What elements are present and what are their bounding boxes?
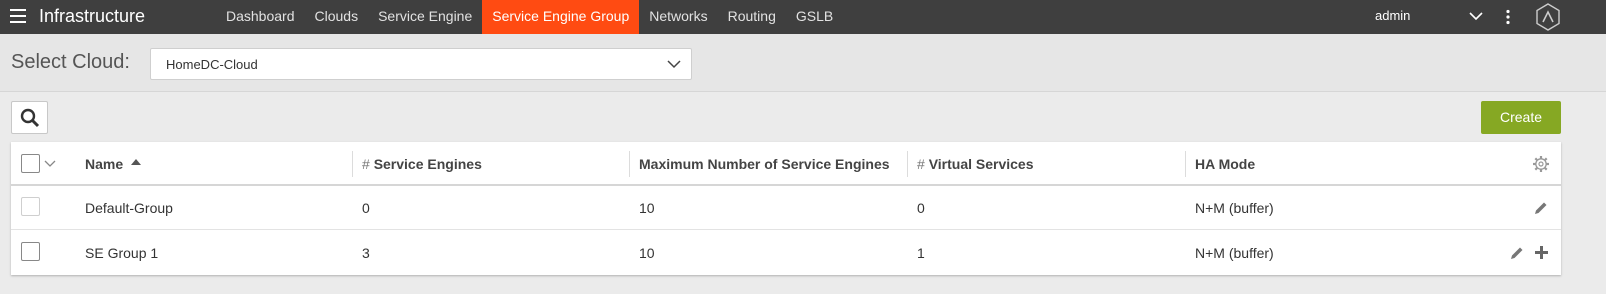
nav-service-engine[interactable]: Service Engine — [368, 0, 482, 34]
table-header: Name # Service Engines Maximum Number of… — [11, 142, 1561, 186]
nav-gslb[interactable]: GSLB — [786, 0, 843, 34]
avi-logo-icon — [1536, 3, 1560, 31]
cell-ha-mode: N+M (buffer) — [1195, 245, 1274, 261]
select-cloud-label: Select Cloud: — [11, 51, 130, 73]
cell-ha-mode: N+M (buffer) — [1195, 200, 1274, 216]
se-group-table: Name # Service Engines Maximum Number of… — [11, 142, 1561, 275]
table-row[interactable]: SE Group 1 3 10 1 N+M (buffer) — [11, 231, 1561, 275]
pencil-icon[interactable] — [1534, 201, 1548, 215]
cell-name: Default-Group — [85, 200, 173, 216]
nav-dashboard[interactable]: Dashboard — [216, 0, 305, 34]
plus-icon[interactable] — [1535, 246, 1548, 259]
main-nav: Dashboard Clouds Service Engine Service … — [216, 0, 843, 34]
cell-virtual-services: 0 — [917, 200, 925, 216]
nav-service-engine-group[interactable]: Service Engine Group — [482, 0, 640, 34]
cell-virtual-services: 1 — [917, 245, 925, 261]
sort-asc-icon[interactable] — [131, 159, 141, 165]
cell-service-engines: 0 — [362, 200, 370, 216]
cloud-dropdown-value: HomeDC-Cloud — [166, 57, 258, 72]
cell-max-service-engines: 10 — [639, 245, 655, 261]
column-divider — [629, 151, 630, 177]
row-checkbox[interactable] — [21, 242, 40, 261]
column-virtual-services[interactable]: # Virtual Services — [917, 156, 1034, 172]
search-button[interactable] — [11, 101, 48, 134]
kebab-icon[interactable] — [1505, 9, 1511, 25]
column-service-engines[interactable]: # Service Engines — [362, 156, 482, 172]
chevron-down-icon[interactable] — [44, 159, 56, 168]
nav-networks[interactable]: Networks — [639, 0, 717, 34]
app-title: Infrastructure — [39, 6, 146, 26]
gear-icon[interactable] — [1532, 155, 1550, 173]
nav-routing[interactable]: Routing — [718, 0, 786, 34]
cloud-selector-bar: Select Cloud: HomeDC-Cloud — [0, 34, 1606, 92]
table-row[interactable]: Default-Group 0 10 0 N+M (buffer) — [11, 186, 1561, 230]
create-button[interactable]: Create — [1481, 101, 1561, 134]
chevron-down-icon[interactable] — [1468, 9, 1484, 23]
chevron-down-icon — [667, 60, 681, 69]
top-bar: Infrastructure Dashboard Clouds Service … — [0, 0, 1606, 34]
cell-max-service-engines: 10 — [639, 200, 655, 216]
cell-name: SE Group 1 — [85, 245, 159, 261]
column-name[interactable]: Name — [85, 156, 123, 172]
user-menu[interactable]: admin — [1375, 8, 1410, 23]
cloud-dropdown[interactable]: HomeDC-Cloud — [150, 48, 692, 80]
column-ha-mode[interactable]: HA Mode — [1195, 156, 1255, 172]
nav-clouds[interactable]: Clouds — [305, 0, 369, 34]
column-divider — [352, 151, 353, 177]
cell-service-engines: 3 — [362, 245, 370, 261]
column-divider — [1185, 151, 1186, 177]
pencil-icon[interactable] — [1510, 246, 1524, 260]
search-icon — [20, 108, 40, 128]
row-checkbox — [21, 197, 40, 216]
select-all-checkbox[interactable] — [21, 154, 40, 173]
menu-icon[interactable] — [10, 9, 26, 23]
column-divider — [907, 151, 908, 177]
column-max-service-engines[interactable]: Maximum Number of Service Engines — [639, 156, 890, 172]
